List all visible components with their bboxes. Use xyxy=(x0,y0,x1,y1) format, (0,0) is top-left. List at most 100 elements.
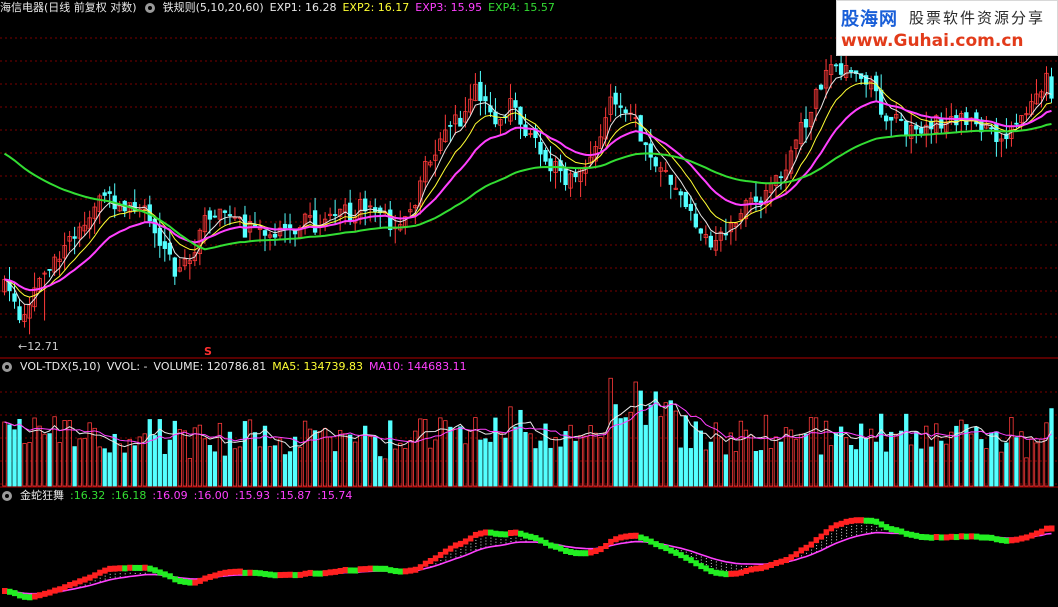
snake-fill-dot xyxy=(690,556,692,558)
snake-fill-dot xyxy=(866,525,868,527)
candle-body xyxy=(272,233,278,238)
volume-bar xyxy=(598,437,603,487)
snake-fill-dot xyxy=(94,580,96,582)
stock-chart-canvas[interactable] xyxy=(0,0,1058,607)
snake-block xyxy=(177,578,183,585)
snake-settings-icon[interactable] xyxy=(2,491,12,501)
snake-fill-dot xyxy=(851,525,853,527)
volume-bar xyxy=(182,430,188,487)
volume-bar xyxy=(693,421,698,487)
volume-bar xyxy=(848,445,854,487)
volume-bar xyxy=(929,446,934,487)
snake-fill-dot xyxy=(861,528,863,530)
snake-block xyxy=(57,586,63,593)
snake-block xyxy=(563,547,569,554)
candle-body xyxy=(678,191,683,196)
volume-bar xyxy=(959,419,964,487)
snake-fill-dot xyxy=(495,538,497,540)
snake-block xyxy=(32,593,38,600)
snake-fill-dot xyxy=(515,537,517,539)
volume-bar xyxy=(1009,416,1014,487)
snake-block xyxy=(843,518,850,525)
volume-bar xyxy=(853,449,859,487)
snake-fill-dot xyxy=(520,538,522,540)
snake-block xyxy=(212,572,218,579)
volume-bar xyxy=(563,431,568,487)
volume-indicator-name[interactable]: VOL-TDX(5,10) xyxy=(20,359,101,375)
volume-bar xyxy=(673,410,678,487)
chart-title[interactable]: 海信电器(日线 前复权 对数) xyxy=(0,0,137,16)
volume-bar xyxy=(312,430,318,487)
snake-block xyxy=(327,569,334,576)
indicator-settings-icon[interactable] xyxy=(144,3,155,13)
snake-block xyxy=(928,534,935,541)
volume-bar xyxy=(408,440,413,487)
snake-fill-dot xyxy=(515,540,517,542)
volume-bar xyxy=(738,420,744,487)
volume-bar xyxy=(107,452,112,487)
ma5-value: MA5: 134739.83 xyxy=(272,360,363,373)
volume-bar xyxy=(593,432,598,487)
volume-bar xyxy=(463,443,468,487)
volume-bar xyxy=(548,447,553,487)
snake-value-2: :16.18 xyxy=(111,489,147,502)
snake-fill-dot xyxy=(440,559,442,561)
snake-block xyxy=(763,563,769,570)
snake-block xyxy=(222,569,228,576)
volume-bar xyxy=(803,433,809,487)
snake-block xyxy=(112,565,118,572)
snake-fill-dot xyxy=(725,569,727,571)
volume-bar xyxy=(683,415,688,487)
snake-fill-dot xyxy=(821,547,823,549)
volume-bar xyxy=(688,448,693,487)
candle-body xyxy=(919,127,924,134)
volume-settings-icon[interactable] xyxy=(2,362,12,372)
snake-block xyxy=(402,568,409,575)
candle-body xyxy=(312,210,318,233)
candle-body xyxy=(493,111,498,125)
volume-bar xyxy=(217,422,223,487)
snake-block xyxy=(678,552,684,559)
snake-fill-dot xyxy=(826,537,828,539)
volume-bar xyxy=(513,426,518,487)
candle-body xyxy=(884,115,889,122)
volume-bar xyxy=(202,438,208,487)
exp1-value: EXP1: 16.28 xyxy=(269,1,337,14)
snake-block xyxy=(67,581,73,588)
volume-bar xyxy=(909,444,914,487)
volume-bar xyxy=(342,433,348,487)
snake-block xyxy=(182,578,188,585)
volume-bar xyxy=(232,448,238,487)
snake-block xyxy=(307,569,314,576)
snake-fill-dot xyxy=(700,556,702,558)
snake-fill-dot xyxy=(490,543,492,545)
snake-block xyxy=(893,527,900,534)
candle-body xyxy=(618,105,623,108)
snake-fill-dot xyxy=(114,573,116,575)
volume-bar xyxy=(282,454,288,487)
snake-block xyxy=(848,517,855,524)
snake-block xyxy=(392,568,399,575)
snake-block xyxy=(2,587,8,594)
snake-indicator-name[interactable]: 金蛇狂舞 xyxy=(20,488,64,504)
snake-fill-dot xyxy=(856,534,858,536)
snake-fill-dot xyxy=(841,534,843,536)
snake-fill-dot xyxy=(470,549,472,551)
snake-block xyxy=(372,565,379,572)
snake-block xyxy=(573,550,579,557)
volume-bar xyxy=(488,441,493,487)
volume-bar xyxy=(648,404,653,487)
snake-fill-dot xyxy=(465,549,467,551)
candle-body xyxy=(242,214,248,238)
snake-block xyxy=(497,531,504,538)
snake-block xyxy=(157,569,163,576)
snake-block xyxy=(808,541,815,548)
snake-block xyxy=(588,549,594,556)
snake-fill-dot xyxy=(114,576,116,578)
snake-fill-dot xyxy=(500,539,502,541)
snake-block xyxy=(52,587,58,594)
indicator-name[interactable]: 铁规则(5,10,20,60) xyxy=(163,0,264,16)
snake-block xyxy=(27,594,33,601)
snake-block xyxy=(533,535,539,542)
snake-block xyxy=(1013,536,1020,543)
